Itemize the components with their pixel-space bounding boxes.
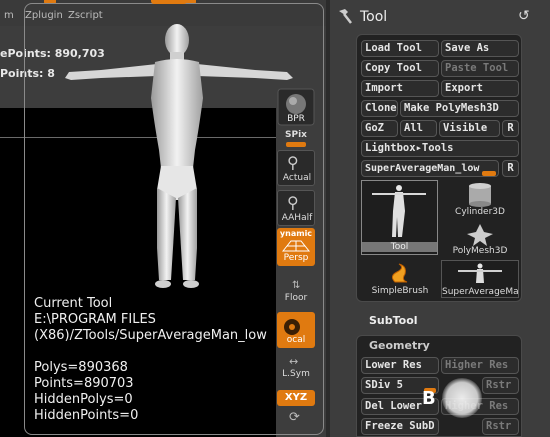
floor-button[interactable]: ⇅ Floor — [277, 280, 315, 306]
thumb-simplebrush-label: SimpleBrush — [371, 286, 429, 296]
export-button[interactable]: Export — [441, 80, 519, 97]
popup-marker — [151, 0, 187, 4]
zoom-icon: ⚲ — [287, 193, 299, 212]
info-polys: Polys=890368 — [34, 360, 128, 375]
perspective-grid-icon — [281, 240, 311, 252]
spix-slider[interactable]: SPix — [277, 128, 315, 150]
goz-r-button[interactable]: R — [502, 120, 519, 137]
thumb-polymesh[interactable]: PolyMesh3D — [441, 222, 519, 258]
rotate-icon: ⟳ — [289, 410, 300, 425]
refresh-icon[interactable]: ↺ — [518, 8, 530, 24]
lightbox-tools-button[interactable]: Lightbox▸Tools — [361, 140, 519, 157]
goz-all-button[interactable]: All — [400, 120, 437, 137]
load-tool-button[interactable]: Load Tool — [361, 40, 439, 57]
persp-button[interactable]: ynamic Persp — [277, 228, 315, 266]
save-as-button[interactable]: Save As — [441, 40, 519, 57]
floor-label: Floor — [284, 293, 308, 303]
spix-label: SPix — [285, 130, 307, 140]
subtool-header[interactable]: SubTool — [369, 314, 418, 327]
thumb-tool-label: Tool — [362, 242, 437, 252]
superaverage-figure-icon — [458, 263, 502, 283]
tool-figure-icon — [372, 185, 426, 237]
brush-cursor-letter: B — [422, 388, 436, 409]
floor-icon: ⇅ — [292, 280, 301, 291]
local-button[interactable]: ocal — [277, 312, 315, 348]
persp-label: Persp — [283, 253, 309, 263]
goz-visible-button[interactable]: Visible — [439, 120, 500, 137]
thumb-polymesh-label: PolyMesh3D — [452, 246, 508, 256]
rstr-2-button[interactable]: Rstr — [482, 418, 519, 435]
symmetry-arrows-icon: ↔ — [289, 355, 299, 368]
info-title: Current Tool — [34, 296, 113, 311]
thumb-cylinder-label: Cylinder3D — [455, 207, 505, 217]
zoom-icon: ⚲ — [287, 153, 299, 172]
polymesh-star-icon — [467, 224, 493, 246]
actual-label: Actual — [282, 173, 312, 183]
bpr-button[interactable]: BPR — [277, 88, 315, 126]
local-label: ocal — [286, 335, 306, 345]
current-tool-slider[interactable]: SuperAverageMan_low — [361, 160, 499, 177]
tool-hammer-icon — [339, 9, 352, 24]
current-tool-info: Current Tool E:\PROGRAM FILES (X86)/ZToo… — [34, 296, 267, 424]
freeze-subd-button[interactable]: Freeze SubD — [361, 418, 439, 435]
thumb-simplebrush[interactable]: SimpleBrush — [361, 260, 439, 298]
rstr-button[interactable]: Rstr — [482, 377, 519, 394]
current-tool-slider-fill — [482, 171, 496, 176]
thumb-superaverage[interactable]: SuperAverageMa — [441, 260, 519, 298]
brush-cursor — [442, 378, 482, 418]
clone-button[interactable]: Clone — [361, 100, 398, 117]
lsym-label: L.Sym — [282, 369, 310, 379]
tool-panel-title: Tool — [360, 9, 388, 25]
rotate-button[interactable]: ⟳ — [277, 410, 315, 430]
aahalf-label: AAHalf — [281, 213, 313, 223]
bpr-label: BPR — [287, 114, 305, 124]
import-button[interactable]: Import — [361, 80, 439, 97]
info-hidden-polys: HiddenPolys=0 — [34, 392, 133, 407]
spix-slider-fill — [286, 142, 306, 147]
info-path-1: E:\PROGRAM FILES — [34, 312, 156, 327]
current-tool-r-button[interactable]: R — [502, 160, 519, 177]
paste-tool-button[interactable]: Paste Tool — [441, 60, 519, 77]
info-path-2: (X86)/ZTools/SuperAverageMan_low — [34, 328, 267, 343]
cylinder-icon — [469, 183, 491, 207]
info-points: Points=890703 — [34, 376, 134, 391]
thumb-superaverage-label: SuperAverageMa — [442, 287, 519, 297]
thumb-cylinder[interactable]: Cylinder3D — [441, 180, 519, 220]
make-polymesh-button[interactable]: Make PolyMesh3D — [400, 100, 519, 117]
copy-tool-button[interactable]: Copy Tool — [361, 60, 439, 77]
geometry-header[interactable]: Geometry — [369, 339, 430, 352]
goz-button[interactable]: GoZ — [361, 120, 398, 137]
menu-item-m[interactable]: m — [4, 10, 14, 21]
actual-button[interactable]: ⚲ Actual — [277, 150, 315, 186]
higher-res-button[interactable]: Higher Res — [441, 357, 519, 374]
thumb-tool[interactable]: Tool — [361, 180, 438, 255]
xyz-button[interactable]: XYZ — [277, 390, 315, 406]
dynamic-label: ynamic — [279, 229, 313, 238]
aahalf-button[interactable]: ⚲ AAHalf — [277, 190, 315, 226]
lsym-button[interactable]: ↔ L.Sym — [277, 355, 315, 382]
info-hidden-points: HiddenPoints=0 — [34, 408, 139, 423]
lower-res-button[interactable]: Lower Res — [361, 357, 439, 374]
simplebrush-icon — [391, 263, 408, 283]
xyz-label: XYZ — [284, 392, 308, 403]
tool-panel: Tool ↺ Load Tool Save As Copy Tool Paste… — [330, 0, 550, 437]
